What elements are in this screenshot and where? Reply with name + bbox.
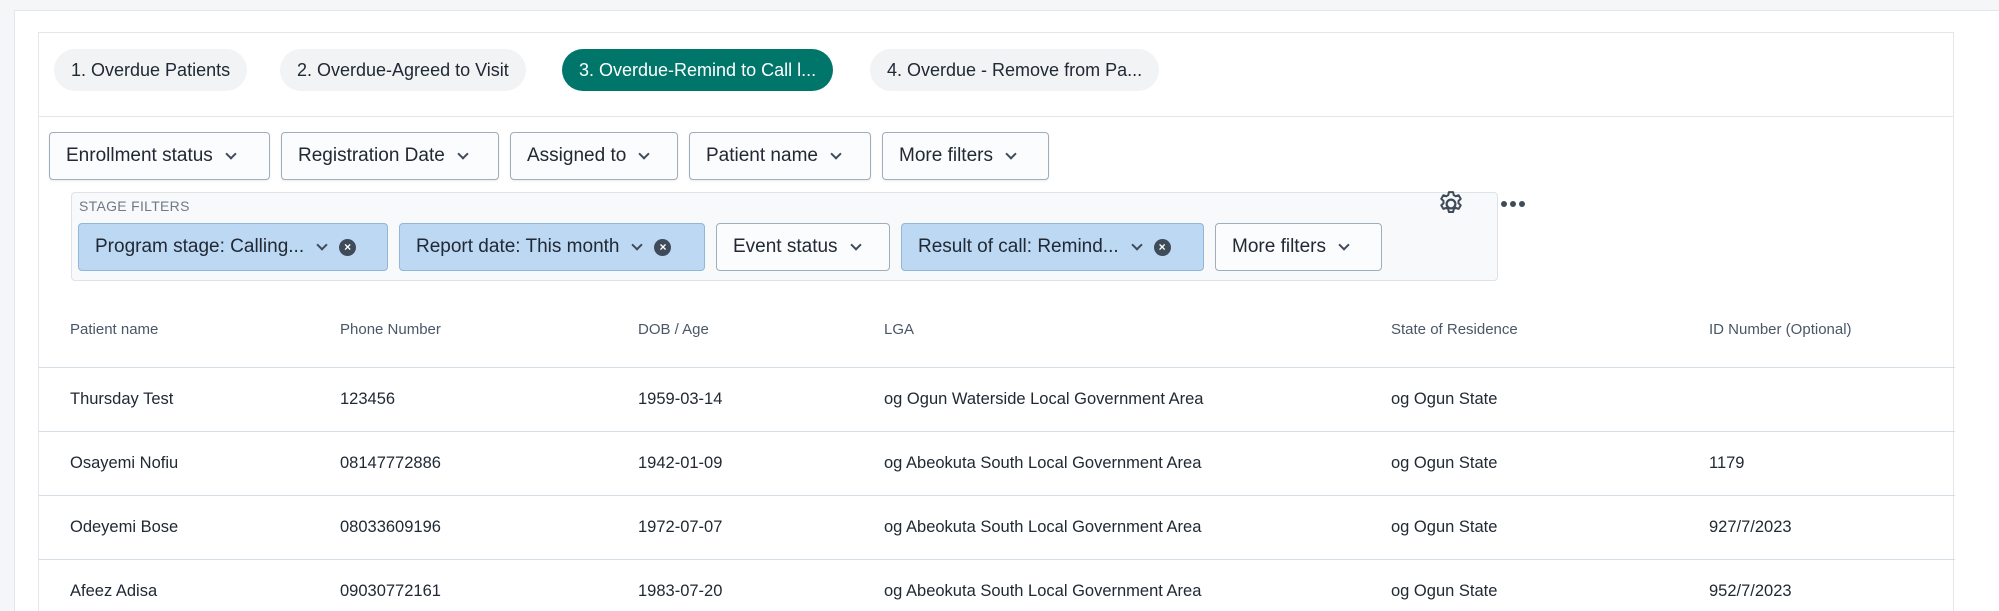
chevron-down-icon	[1338, 238, 1350, 251]
table-cell: og Ogun State	[1360, 367, 1678, 432]
table-cell: og Ogun State	[1360, 559, 1678, 611]
table-cell: 952/7/2023	[1678, 559, 1955, 611]
filter-label: Result of call: Remind...	[918, 236, 1119, 257]
table-cell	[1678, 367, 1955, 432]
assigned-to-filter[interactable]: Assigned to	[510, 132, 678, 180]
gear-icon[interactable]	[1436, 189, 1466, 219]
table-cell: 1179	[1678, 431, 1955, 496]
event-status-filter[interactable]: Event status	[716, 223, 890, 271]
table-cell: 927/7/2023	[1678, 495, 1955, 560]
filter-label: Report date: This month	[416, 236, 620, 257]
filter-label: Enrollment status	[66, 145, 213, 166]
table-cell: og Abeokuta South Local Government Area	[853, 495, 1360, 560]
filter-label: Event status	[733, 236, 838, 257]
table-cell: 123456	[309, 367, 607, 432]
column-header[interactable]: DOB / Age	[607, 293, 853, 368]
table-row[interactable]: Osayemi Nofiu 08147772886 1942-01-09 og …	[39, 431, 1955, 496]
patients-table: Patient name Phone Number DOB / Age LGA …	[39, 293, 1955, 611]
more-filters-button[interactable]: More filters	[882, 132, 1049, 180]
chevron-down-icon	[631, 238, 644, 251]
patient-name-filter[interactable]: Patient name	[689, 132, 871, 180]
stage-more-filters-button[interactable]: More filters	[1215, 223, 1382, 271]
table-cell: 1942-01-09	[607, 431, 853, 496]
filter-label: More filters	[1232, 236, 1326, 257]
filter-label: Program stage: Calling...	[95, 236, 305, 257]
chevron-down-icon	[849, 238, 862, 251]
table-cell: og Abeokuta South Local Government Area	[853, 559, 1360, 611]
table-cell: 1983-07-20	[607, 559, 853, 611]
stage-filters-label: STAGE FILTERS	[79, 198, 190, 214]
table-cell: og Ogun Waterside Local Government Area	[853, 367, 1360, 432]
filter-label: Patient name	[706, 145, 818, 166]
filter-label: Assigned to	[527, 145, 627, 166]
chevron-down-icon	[316, 238, 328, 251]
table-cell: 08147772886	[309, 431, 607, 496]
table-cell: og Ogun State	[1360, 495, 1678, 560]
column-header[interactable]: Phone Number	[309, 293, 607, 368]
tab-overdue-remind-to-call[interactable]: 3. Overdue-Remind to Call l...	[562, 49, 834, 91]
table-header-row: Patient name Phone Number DOB / Age LGA …	[39, 293, 1955, 368]
table-cell: 1959-03-14	[607, 367, 853, 432]
tab-overdue-patients[interactable]: 1. Overdue Patients	[54, 49, 248, 91]
column-header[interactable]: Patient name	[39, 293, 309, 368]
table-cell: Thursday Test	[39, 367, 309, 432]
result-of-call-filter[interactable]: Result of call: Remind... ×	[901, 223, 1204, 271]
table-cell: og Ogun State	[1360, 431, 1678, 496]
clear-filter-icon[interactable]: ×	[339, 238, 357, 256]
table-cell: 1972-07-07	[607, 495, 853, 560]
table-row[interactable]: Thursday Test 123456 1959-03-14 og Ogun …	[39, 367, 1955, 432]
chevron-down-icon	[1130, 238, 1143, 251]
column-header[interactable]: LGA	[853, 293, 1360, 368]
enrollment-status-filter[interactable]: Enrollment status	[49, 132, 270, 180]
table-cell: Osayemi Nofiu	[39, 431, 309, 496]
chevron-down-icon	[830, 147, 842, 160]
more-horizontal-icon[interactable]	[1498, 189, 1528, 219]
clear-filter-icon[interactable]: ×	[1153, 238, 1171, 256]
working-list-panel: 1. Overdue Patients 2. Overdue-Agreed to…	[38, 32, 1955, 611]
table-cell: 09030772161	[309, 559, 607, 611]
table-cell: Odeyemi Bose	[39, 495, 309, 560]
filter-label: More filters	[899, 145, 993, 166]
stage-filters-box: STAGE FILTERS Program stage: Calling... ×…	[71, 192, 1498, 281]
tab-overdue-remove[interactable]: 4. Overdue - Remove from Pa...	[870, 49, 1160, 91]
chevron-down-icon	[1005, 147, 1017, 160]
working-list-tabs: 1. Overdue Patients 2. Overdue-Agreed to…	[39, 33, 1953, 117]
program-stage-filter[interactable]: Program stage: Calling... ×	[78, 223, 388, 271]
chevron-down-icon	[225, 147, 237, 160]
table-cell: Afeez Adisa	[39, 559, 309, 611]
column-header[interactable]: State of Residence	[1360, 293, 1678, 368]
filter-label: Registration Date	[298, 145, 445, 166]
table-cell: 08033609196	[309, 495, 607, 560]
clear-filter-icon[interactable]: ×	[654, 238, 672, 256]
column-header[interactable]: ID Number (Optional)	[1678, 293, 1955, 368]
registration-date-filter[interactable]: Registration Date	[281, 132, 499, 180]
report-date-filter[interactable]: Report date: This month ×	[399, 223, 705, 271]
chevron-down-icon	[457, 147, 469, 160]
table-cell: og Abeokuta South Local Government Area	[853, 431, 1360, 496]
tab-overdue-agreed-to-visit[interactable]: 2. Overdue-Agreed to Visit	[280, 49, 526, 91]
chevron-down-icon	[638, 147, 650, 160]
table-row[interactable]: Afeez Adisa 09030772161 1983-07-20 og Ab…	[39, 559, 1955, 611]
table-row[interactable]: Odeyemi Bose 08033609196 1972-07-07 og A…	[39, 495, 1955, 560]
